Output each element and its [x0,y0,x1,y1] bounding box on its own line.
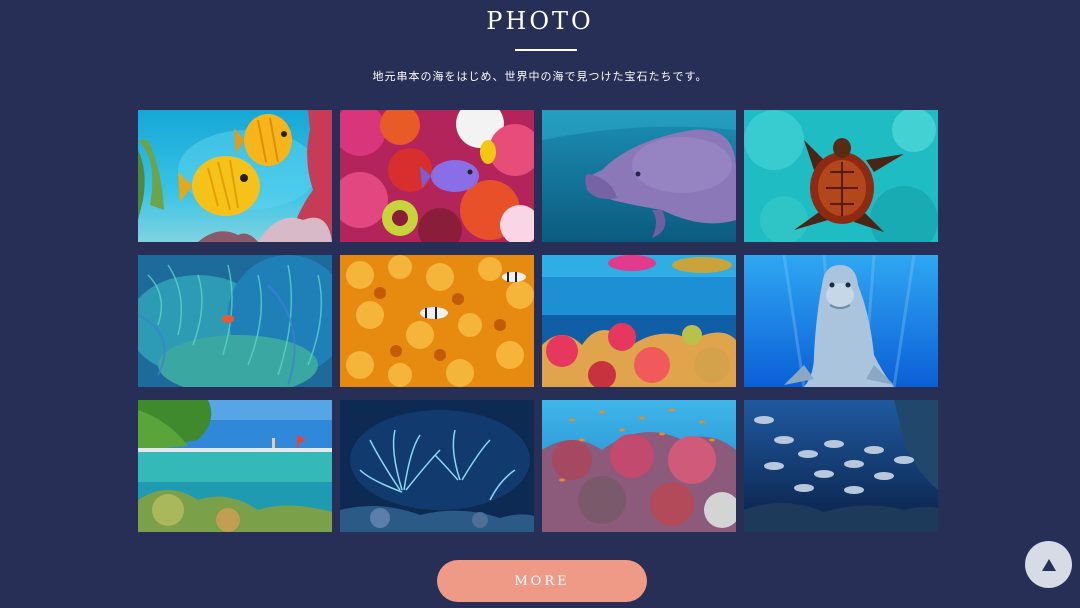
photo-sea-turtle[interactable] [744,110,938,242]
photo-image [340,110,534,242]
photo-image [744,110,938,242]
photo-blue-anemone-night[interactable] [340,400,534,532]
photo-gallery [138,110,938,532]
photo-dolphin[interactable] [744,255,938,387]
more-button[interactable]: MORE [437,560,647,602]
photo-image [340,255,534,387]
photo-colorful-coral[interactable] [340,110,534,242]
photo-manatee[interactable] [542,110,736,242]
photo-image [542,400,736,532]
section-title: PHOTO [486,7,594,35]
photo-image [138,255,332,387]
photo-image [744,255,938,387]
section-subtitle: 地元串本の海をはじめ、世界中の海で見つけた宝石たちです。 [372,70,708,83]
photo-image [138,400,332,532]
photo-tropical-island[interactable] [138,400,332,532]
photo-school-of-fish[interactable] [744,400,938,532]
photo-image [744,400,938,532]
photo-blue-anemone[interactable] [138,255,332,387]
photo-yellow-butterflyfish[interactable] [138,110,332,242]
photo-orange-coral[interactable] [340,255,534,387]
title-underline [515,49,577,51]
photo-split-coral-reef[interactable] [542,255,736,387]
photo-image [138,110,332,242]
photo-image [542,110,736,242]
photo-soft-coral-fish[interactable] [542,400,736,532]
photo-image [542,255,736,387]
photo-image [340,400,534,532]
arrow-up-icon [1041,558,1056,571]
page-top-button[interactable] [1025,541,1072,588]
